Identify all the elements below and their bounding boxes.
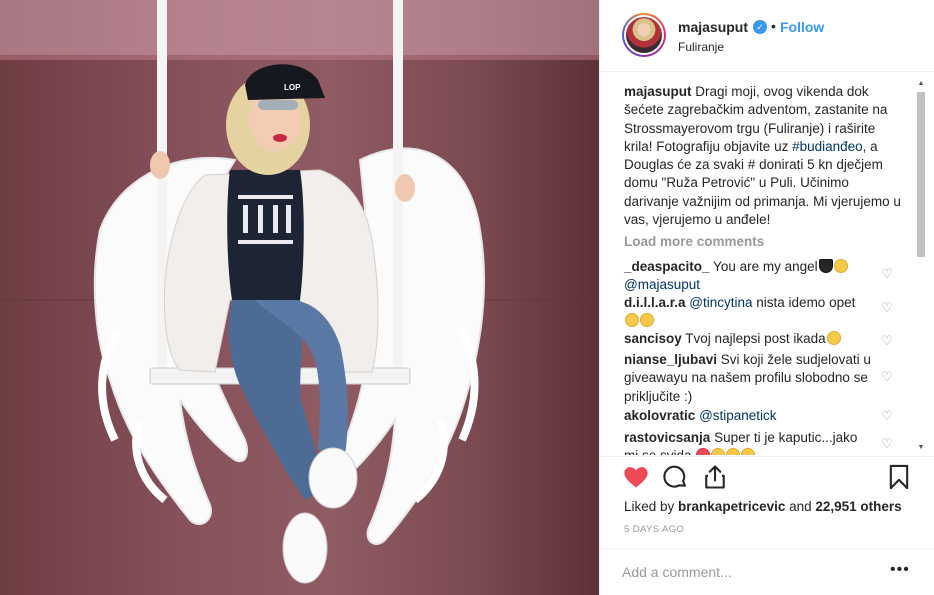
comments-scrollbar[interactable]: ▲ ▼: [916, 80, 926, 452]
follow-button[interactable]: Follow: [780, 19, 824, 35]
comment-mention-link[interactable]: @stipanetick: [699, 408, 777, 423]
black-heart-emoji-icon: [818, 259, 833, 273]
comment-text: You are my angel: [709, 259, 818, 274]
comment-username-link[interactable]: akolovratic: [624, 408, 695, 423]
comments-list[interactable]: majasuput Dragi moji, ovog vikenda dok š…: [600, 72, 934, 455]
location-link[interactable]: Fuliranje: [678, 40, 724, 54]
heart-eyes-emoji-icon: [826, 331, 841, 345]
comment-username-link[interactable]: rastovicsanja: [624, 430, 710, 445]
photo-illustration: LOP: [0, 0, 599, 584]
likes-user-link[interactable]: brankapetricevic: [678, 499, 785, 514]
ok-hand-emoji-icon: [625, 313, 639, 328]
comment-like-heart-icon[interactable]: ♡: [880, 409, 894, 423]
verified-badge-icon: ✓: [753, 20, 767, 34]
comment-like-heart-icon[interactable]: ♡: [880, 267, 894, 281]
post-timestamp[interactable]: 5 DAYS AGO: [624, 524, 684, 535]
comment-item: rastovicsanja Super ti je kaputic...jako…: [624, 429, 874, 455]
comment-username-link[interactable]: d.i.l.l.a.r.a: [624, 295, 686, 310]
red-heart-emoji-icon: [696, 448, 711, 455]
add-comment-section: •••: [600, 548, 934, 595]
caption-username-link[interactable]: majasuput: [624, 84, 692, 99]
comment-item: _deaspacito_ You are my angel @majasuput: [624, 258, 874, 295]
bookmark-icon[interactable]: [885, 463, 913, 491]
laughing-emoji-icon: [640, 313, 654, 328]
angel-emoji-icon: [833, 259, 848, 273]
post-side-panel: majasuput ✓ • Follow Fuliranje majasuput…: [599, 0, 934, 595]
comment-item: nianse_ljubavi Svi koji žele sudjelovati…: [624, 351, 879, 406]
comment-mention-link[interactable]: @majasuput: [624, 277, 700, 292]
scroll-thumb[interactable]: [917, 92, 925, 257]
post-actions-bar: [600, 456, 934, 496]
comment-text: Tvoj najlepsi post ikada: [681, 331, 826, 346]
comment-text: nista idemo opet: [752, 295, 856, 310]
comment-like-heart-icon[interactable]: ♡: [880, 437, 894, 451]
avatar[interactable]: [622, 13, 666, 57]
smile-emoji-icon: [711, 448, 726, 455]
heart-icon[interactable]: [622, 463, 650, 491]
comment-item: d.i.l.l.a.r.a @tincytina nista idemo ope…: [624, 294, 874, 331]
header-username-link[interactable]: majasuput: [678, 19, 748, 35]
header-separator: •: [771, 18, 776, 34]
smile-emoji-icon: [741, 448, 756, 455]
comment-icon[interactable]: [661, 463, 689, 491]
comment-username-link[interactable]: sancisoy: [624, 331, 682, 346]
smile-emoji-icon: [726, 448, 741, 455]
post-header: majasuput ✓ • Follow Fuliranje: [600, 0, 934, 72]
likes-count-link[interactable]: 22,951 others: [815, 499, 901, 514]
comment-like-heart-icon[interactable]: ♡: [880, 370, 894, 384]
comment-mention-link[interactable]: @tincytina: [689, 295, 752, 310]
comment-username-link[interactable]: nianse_ljubavi: [624, 352, 717, 367]
scroll-down-arrow-icon[interactable]: ▼: [917, 444, 925, 452]
scroll-up-arrow-icon[interactable]: ▲: [917, 80, 925, 88]
comment-item: sancisoy Tvoj najlepsi post ikada: [624, 330, 874, 348]
post-caption: majasuput Dragi moji, ovog vikenda dok š…: [624, 83, 904, 229]
caption-hashtag-link[interactable]: #budianđeo: [792, 139, 863, 154]
load-more-comments-button[interactable]: Load more comments: [624, 234, 764, 249]
likes-prefix: Liked by: [624, 499, 679, 514]
likes-middle: and: [785, 499, 816, 514]
add-comment-input[interactable]: [622, 561, 882, 583]
share-icon[interactable]: [701, 463, 729, 491]
comment-item: akolovratic @stipanetick: [624, 407, 874, 425]
more-options-icon[interactable]: •••: [890, 561, 910, 579]
post-photo[interactable]: LOP: [0, 0, 599, 595]
comment-like-heart-icon[interactable]: ♡: [880, 334, 894, 348]
comment-like-heart-icon[interactable]: ♡: [880, 301, 894, 315]
svg-text:LOP: LOP: [284, 83, 301, 92]
likes-summary: Liked by brankapetricevic and 22,951 oth…: [624, 499, 902, 514]
comment-username-link[interactable]: _deaspacito_: [624, 259, 710, 274]
